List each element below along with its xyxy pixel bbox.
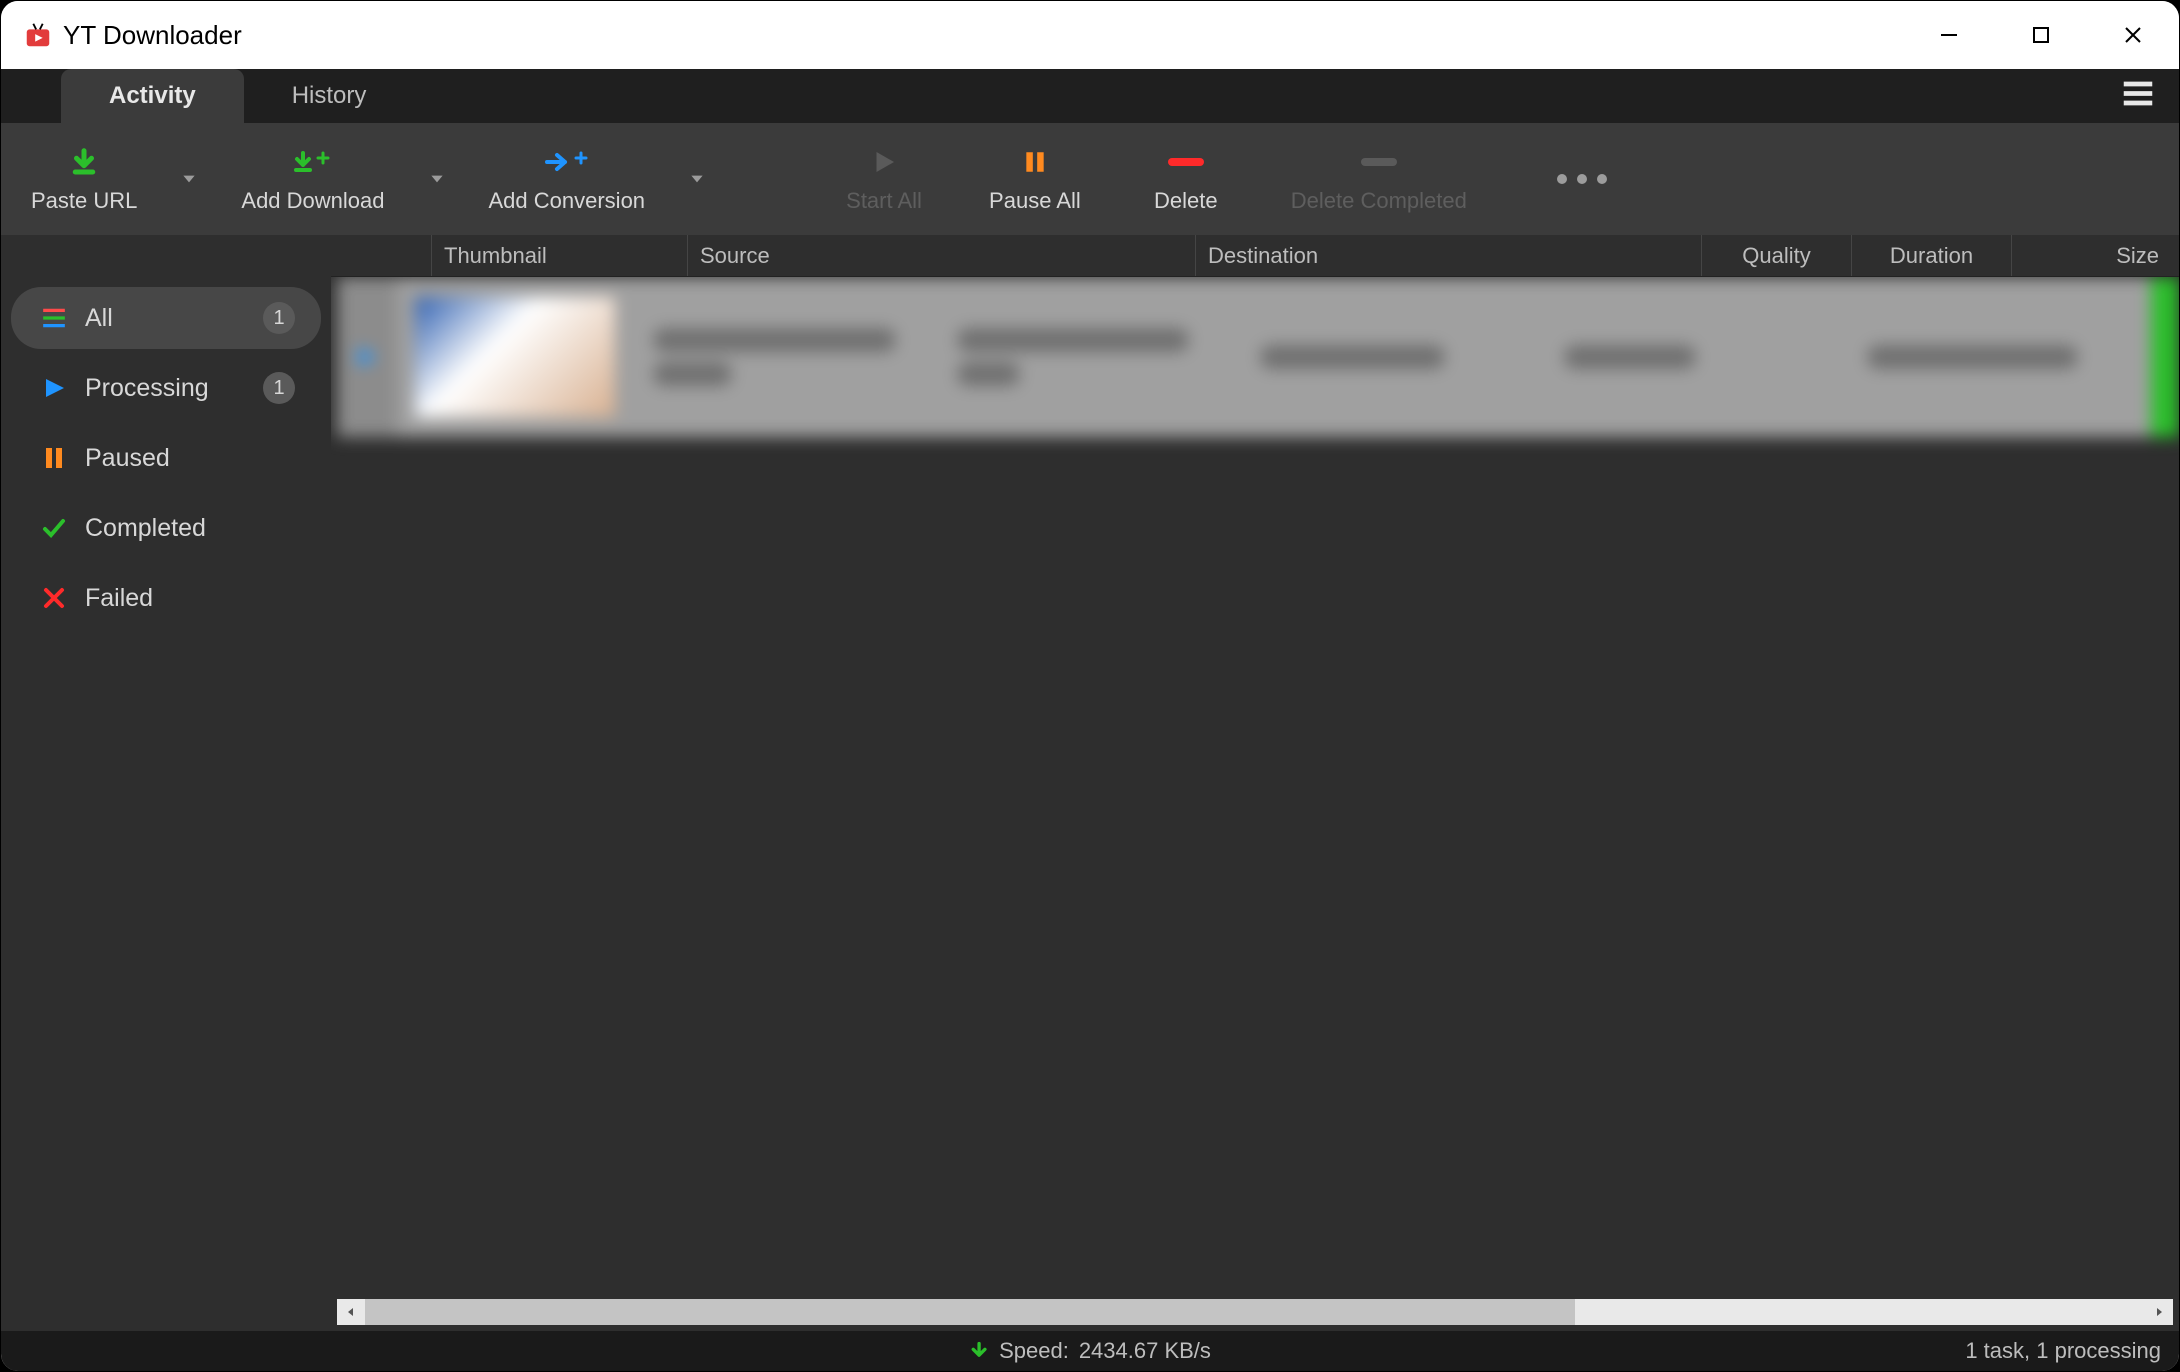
x-icon (39, 586, 69, 610)
sidebar-item-paused[interactable]: Paused (11, 427, 321, 489)
app-icon (23, 20, 53, 50)
download-list (331, 277, 2179, 1295)
add-conversion-dropdown[interactable] (675, 123, 719, 235)
download-row[interactable] (337, 277, 2179, 437)
speed-label: Speed: (999, 1338, 1069, 1364)
badge: 1 (263, 372, 295, 404)
column-duration[interactable]: Duration (1851, 235, 2011, 276)
column-label: Destination (1208, 243, 1318, 269)
app-window: YT Downloader Activity History (0, 0, 2180, 1372)
add-download-dropdown[interactable] (415, 123, 459, 235)
sidebar-item-label: All (85, 304, 263, 333)
content-area: Thumbnail Source Destination Quality Dur… (331, 235, 2179, 1331)
column-size[interactable]: Size (2011, 235, 2179, 276)
badge: 1 (263, 302, 295, 334)
delete-icon (1166, 144, 1206, 180)
row-source (633, 318, 937, 396)
play-icon (869, 144, 899, 180)
toolbar: Paste URL Add Download A (1, 123, 2179, 235)
column-label: Source (700, 243, 770, 269)
toolbar-label: Pause All (989, 188, 1081, 214)
row-duration (1544, 335, 1848, 379)
horizontal-scrollbar[interactable] (337, 1299, 2173, 1325)
close-button[interactable] (2087, 1, 2179, 69)
tab-label: History (292, 82, 367, 110)
menu-button[interactable] (2119, 75, 2157, 118)
paste-url-dropdown[interactable] (167, 123, 211, 235)
sidebar-item-label: Failed (85, 584, 295, 613)
delete-completed-button[interactable]: Delete Completed (1261, 123, 1497, 235)
download-plus-icon (293, 144, 333, 180)
row-quality (1240, 335, 1544, 379)
row-size (1847, 335, 2151, 379)
sidebar-item-all[interactable]: All 1 (11, 287, 321, 349)
pause-icon (39, 446, 69, 470)
more-icon (1557, 174, 1607, 184)
row-thumbnail (415, 297, 615, 417)
column-thumbnail[interactable]: Thumbnail (431, 235, 687, 276)
add-download-button[interactable]: Add Download (211, 123, 414, 235)
column-headers: Thumbnail Source Destination Quality Dur… (331, 235, 2179, 277)
row-destination (937, 318, 1241, 396)
download-arrow-icon (969, 1341, 989, 1361)
column-source[interactable]: Source (687, 235, 1195, 276)
delete-completed-icon (1359, 144, 1399, 180)
sidebar-item-failed[interactable]: Failed (11, 567, 321, 629)
sidebar-item-label: Paused (85, 444, 295, 473)
row-handle (337, 277, 397, 437)
column-label: Thumbnail (444, 243, 547, 269)
column-quality[interactable]: Quality (1701, 235, 1851, 276)
sidebar-item-label: Completed (85, 514, 295, 543)
tab-history[interactable]: History (244, 69, 415, 123)
main-body: All 1 Processing 1 Paused Compl (1, 235, 2179, 1331)
titlebar: YT Downloader (1, 1, 2179, 69)
pause-all-button[interactable]: Pause All (959, 123, 1111, 235)
more-button[interactable] (1497, 123, 1667, 235)
minimize-button[interactable] (1903, 1, 1995, 69)
list-icon (39, 307, 69, 329)
convert-icon (543, 144, 591, 180)
window-controls (1903, 1, 2179, 69)
row-progress (2151, 277, 2179, 437)
column-header[interactable] (331, 235, 431, 276)
play-icon (39, 376, 69, 400)
scroll-thumb[interactable] (365, 1299, 1575, 1325)
status-bar: Speed: 2434.67 KB/s 1 task, 1 processing (1, 1331, 2179, 1371)
toolbar-label: Delete Completed (1291, 188, 1467, 214)
status-tasks: 1 task, 1 processing (1965, 1338, 2161, 1364)
toolbar-label: Add Conversion (489, 188, 646, 214)
maximize-button[interactable] (1995, 1, 2087, 69)
app-title: YT Downloader (63, 20, 242, 51)
scroll-right-button[interactable] (2145, 1299, 2173, 1325)
column-label: Size (2116, 243, 2159, 269)
start-all-button[interactable]: Start All (809, 123, 959, 235)
column-destination[interactable]: Destination (1195, 235, 1701, 276)
tab-bar: Activity History (1, 69, 2179, 123)
add-conversion-button[interactable]: Add Conversion (459, 123, 676, 235)
sidebar-item-processing[interactable]: Processing 1 (11, 357, 321, 419)
download-arrow-icon (69, 144, 99, 180)
toolbar-label: Start All (846, 188, 922, 214)
scroll-track[interactable] (365, 1299, 2145, 1325)
tab-activity[interactable]: Activity (61, 69, 244, 123)
pause-icon (1022, 144, 1048, 180)
paste-url-button[interactable]: Paste URL (1, 123, 167, 235)
toolbar-label: Add Download (241, 188, 384, 214)
toolbar-label: Delete (1154, 188, 1218, 214)
toolbar-label: Paste URL (31, 188, 137, 214)
check-icon (39, 516, 69, 540)
status-speed: Speed: 2434.67 KB/s (969, 1338, 1211, 1364)
column-label: Duration (1890, 243, 1973, 269)
sidebar-item-label: Processing (85, 374, 263, 403)
speed-value: 2434.67 KB/s (1079, 1338, 1211, 1364)
sidebar-item-completed[interactable]: Completed (11, 497, 321, 559)
tab-label: Activity (109, 82, 196, 110)
sidebar: All 1 Processing 1 Paused Compl (1, 235, 331, 1331)
scroll-left-button[interactable] (337, 1299, 365, 1325)
delete-button[interactable]: Delete (1111, 123, 1261, 235)
column-label: Quality (1742, 243, 1810, 269)
